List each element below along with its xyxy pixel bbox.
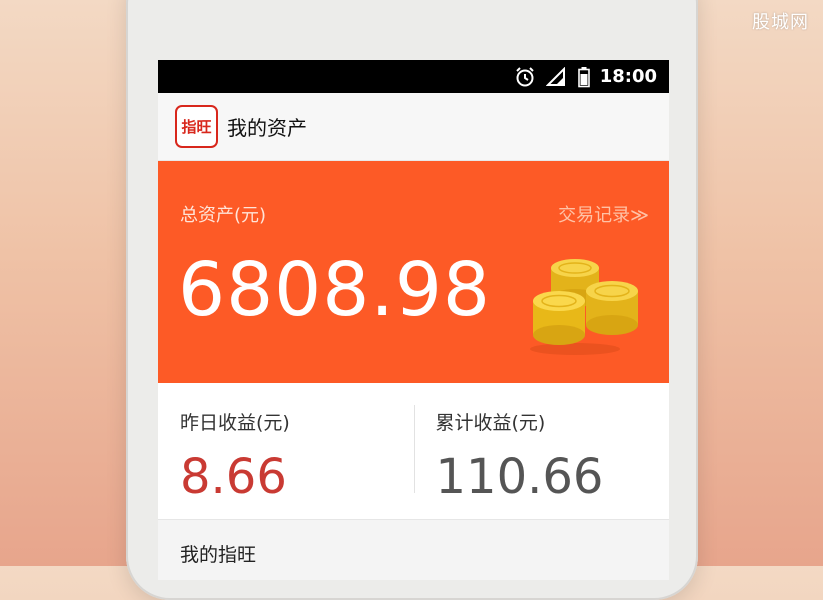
- transaction-records-link[interactable]: 交易记录≫: [558, 201, 649, 227]
- total-assets-panel: 总资产(元) 交易记录≫ 6808.98: [158, 161, 669, 383]
- app-bar: 指旺 我的资产: [158, 93, 669, 161]
- total-earnings-label: 累计收益(元): [435, 412, 546, 434]
- total-assets-amount: 6808.98: [178, 247, 492, 333]
- section-title: 我的指旺: [180, 544, 257, 566]
- yesterday-earnings: 昨日收益(元) 8.66: [158, 383, 414, 519]
- earnings-row: 昨日收益(元) 8.66 累计收益(元) 110.66: [158, 383, 669, 519]
- coins-icon: [530, 259, 638, 355]
- battery-icon: [577, 66, 590, 88]
- total-earnings: 累计收益(元) 110.66: [413, 383, 670, 519]
- status-time: 18:00: [599, 66, 657, 87]
- yesterday-earnings-label: 昨日收益(元): [180, 412, 290, 434]
- status-bar: 18:00: [158, 60, 669, 93]
- signal-icon: [545, 66, 568, 87]
- page-title: 我的资产: [227, 116, 307, 140]
- alarm-icon: [514, 66, 536, 88]
- yesterday-earnings-value: 8.66: [180, 449, 287, 505]
- total-assets-label: 总资产(元): [180, 205, 267, 226]
- section-header: 我的指旺: [158, 519, 669, 580]
- total-earnings-value: 110.66: [435, 449, 604, 505]
- app-screen: 18:00 指旺 我的资产 总资产(元) 交易记录≫ 6808.98 昨日收益(…: [158, 60, 669, 580]
- watermark: 股城网: [752, 12, 809, 33]
- app-logo-text: 指旺: [181, 118, 212, 136]
- app-logo[interactable]: 指旺: [175, 105, 218, 148]
